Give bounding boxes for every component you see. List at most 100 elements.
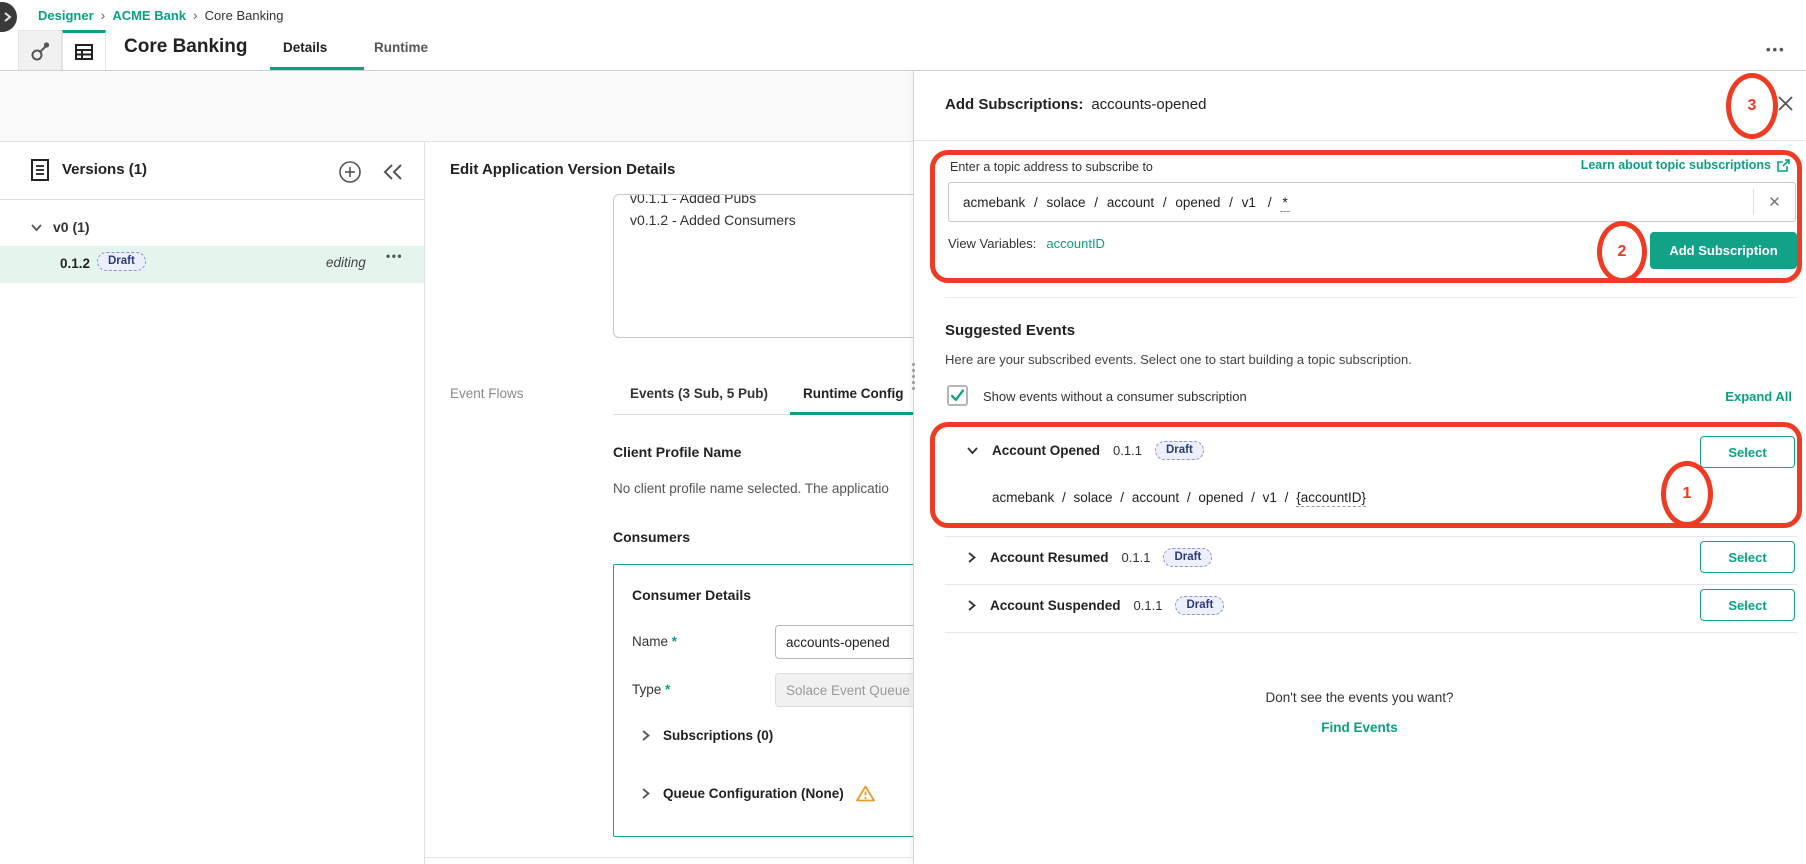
chevron-down-icon [31,223,42,231]
suggested-events-description: Here are your subscribed events. Select … [945,352,1412,367]
mid-bottom-divider [425,857,913,858]
graph-view-tab[interactable] [18,30,62,70]
breadcrumb-designer[interactable]: Designer [38,8,94,23]
event-divider [945,632,1797,633]
client-profile-heading: Client Profile Name [613,444,742,460]
version-row-menu[interactable]: ••• [386,249,403,263]
panel-header: Add Subscriptions: accounts-opened [945,96,1206,113]
subscriptions-expander-label: Subscriptions (0) [663,728,774,743]
events-footer-question: Don't see the events you want? [1265,690,1454,705]
topic-address-value: acmebank / solace / account / opened / v… [963,194,1290,212]
breadcrumb-separator-icon: › [193,7,198,23]
show-events-checkbox[interactable] [947,385,968,406]
solace-designer-screen: Designer › ACME Bank › Core Banking Core… [0,0,1806,864]
tab-runtime[interactable]: Runtime [374,40,428,55]
add-subscription-button[interactable]: Add Subscription [1650,232,1797,269]
collapse-nav-button[interactable] [0,2,17,32]
event-row-account-resumed[interactable]: Account Resumed 0.1.1 Draft [966,548,1213,567]
chevron-right-icon[interactable] [966,599,977,612]
chevron-right-icon [642,730,650,741]
show-events-checkbox-label: Show events without a consumer subscript… [983,389,1247,404]
edit-version-title: Edit Application Version Details [450,161,676,178]
breadcrumb-core-banking: Core Banking [204,8,284,23]
suggested-events-heading: Suggested Events [945,322,1076,339]
breadcrumb-acme-bank[interactable]: ACME Bank [112,8,186,23]
event-version: 0.1.1 [1133,598,1163,613]
variable-accountid-link[interactable]: accountID [1046,236,1105,251]
clear-topic-icon[interactable]: ✕ [1753,189,1795,215]
queue-config-expander[interactable]: Queue Configuration (None) [640,785,875,802]
event-row-account-opened[interactable]: Account Opened 0.1.1 Draft [966,441,1204,460]
tab-event-flows[interactable]: Event Flows [450,386,524,401]
chevron-down-icon[interactable] [966,446,979,455]
event-topic-address: acmebank / solace / account / opened / v… [992,490,1366,507]
version-note-line: v0.1.2 - Added Consumers [630,212,796,228]
select-event-button-account-suspended[interactable]: Select [1700,589,1795,621]
version-number: 0.1.2 [60,256,91,271]
event-divider [945,536,1797,537]
versions-title: Versions (1) [62,161,148,178]
versions-list-icon [31,159,49,181]
subscriptions-expander[interactable]: Subscriptions (0) [640,728,773,743]
panel-resize-handle[interactable] [908,357,919,395]
view-variables: View Variables: accountID [948,236,1105,251]
tab-details[interactable]: Details [283,40,327,55]
application-details-row[interactable]: Application Details: Solace [0,71,913,183]
panel-title: Add Subscriptions: [945,96,1084,113]
version-note-line: v0.1.1 - Added Pubs [630,194,757,206]
collapse-sidebar-button[interactable] [382,163,404,181]
version-draft-badge: Draft [97,252,146,271]
consumer-name-input[interactable] [775,625,925,659]
event-name: Account Suspended [990,598,1121,613]
event-version: 0.1.1 [1121,550,1151,565]
event-row-account-suspended[interactable]: Account Suspended 0.1.1 Draft [966,596,1225,615]
topic-address-label: Enter a topic address to subscribe to [950,160,1153,174]
version-group-v0[interactable]: v0 (1) [30,219,90,235]
page-title: Core Banking [124,36,248,57]
graph-view-icon [31,41,50,60]
consumer-type-label: Type * [632,682,671,697]
event-name: Account Resumed [990,550,1109,565]
learn-topic-subscriptions-link[interactable]: Learn about topic subscriptions [1581,158,1790,172]
version-group-label: v0 (1) [53,219,90,235]
tab-runtime-config[interactable]: Runtime Config [803,386,904,401]
chevron-right-icon [4,12,12,22]
event-draft-badge: Draft [1163,548,1213,567]
list-view-tab[interactable] [62,30,106,70]
expand-all-link[interactable]: Expand All [1725,389,1792,404]
breadcrumb-separator-icon: › [100,7,106,23]
panel-subject: accounts-opened [1091,96,1207,113]
chevron-right-icon [642,788,650,799]
required-marker: * [665,682,671,697]
view-variables-label: View Variables: [948,236,1037,251]
external-link-icon [1777,158,1790,172]
event-draft-badge: Draft [1154,441,1204,460]
chevron-right-icon[interactable] [966,551,977,564]
tab-runtime-config-underline [790,412,933,415]
consumer-name-label: Name * [632,634,678,649]
panel-header-divider [914,140,1806,141]
event-topic-variable: {accountID} [1296,490,1366,507]
version-notes-textarea[interactable]: v0.1.1 - Added Pubs v0.1.2 - Added Consu… [613,194,933,338]
consumer-type-input[interactable] [775,673,925,707]
required-marker: * [671,634,678,649]
table-view-icon [75,43,93,60]
event-divider [945,584,1797,585]
select-event-button-account-resumed[interactable]: Select [1700,541,1795,573]
consumers-heading: Consumers [613,529,691,545]
breadcrumb: Designer › ACME Bank › Core Banking [38,8,283,23]
close-panel-icon[interactable] [1776,94,1795,113]
checkmark-icon [950,388,965,401]
topic-wildcard-segment: * [1280,194,1290,212]
topic-section-divider [945,297,1797,298]
queue-config-expander-label: Queue Configuration (None) [663,786,844,801]
find-events-link[interactable]: Find Events [913,720,1806,735]
event-version: 0.1.1 [1113,443,1142,458]
more-options-menu[interactable]: ••• [1766,42,1786,57]
select-event-button-account-opened[interactable]: Select [1700,436,1795,468]
client-profile-text: No client profile name selected. The app… [613,481,889,496]
add-version-button[interactable] [338,160,362,184]
tab-events[interactable]: Events (3 Sub, 5 Pub) [630,386,768,401]
topic-address-input[interactable]: acmebank / solace / account / opened / v… [948,182,1796,222]
version-editing-status: editing [326,255,366,270]
